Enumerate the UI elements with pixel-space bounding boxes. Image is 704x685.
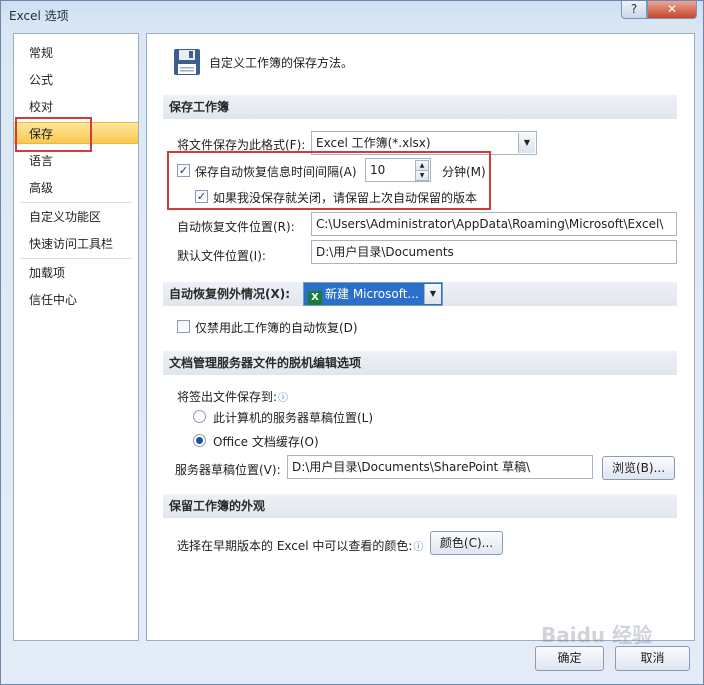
sidebar-item-formulas[interactable]: 公式 <box>14 69 138 91</box>
default-location-input[interactable]: D:\用户目录\Documents <box>311 240 677 264</box>
office-cache-radio-label: Office 文档缓存(O) <box>213 435 319 449</box>
sidebar-item-language[interactable]: 语言 <box>14 150 138 172</box>
server-drafts-radio[interactable] <box>193 410 206 423</box>
chevron-down-icon[interactable]: ▼ <box>424 284 441 304</box>
server-drafts-location-input[interactable]: D:\用户目录\Documents\SharePoint 草稿\ <box>287 455 593 479</box>
disable-autorecover-checkbox[interactable] <box>177 320 190 333</box>
highlight-box-autorecover <box>167 151 491 210</box>
server-drafts-location-label: 服务器草稿位置(V): <box>175 463 281 477</box>
save-options-panel: 自定义工作簿的保存方法。 保存工作簿 将文件保存为此格式(F): Excel 工… <box>146 33 695 641</box>
colors-label-text: 选择在早期版本的 Excel 中可以查看的颜色: <box>177 539 413 553</box>
colors-button[interactable]: 颜色(C)... <box>430 531 503 555</box>
sidebar-item-proofing[interactable]: 校对 <box>14 96 138 118</box>
autorecover-workbook-value: 新建 Microsoft... <box>325 287 419 301</box>
autorecover-location-label: 自动恢复文件位置(R): <box>177 220 295 234</box>
save-disk-icon <box>174 49 200 75</box>
disable-autorecover-label: 仅禁用此工作簿的自动恢复(D) <box>195 321 358 335</box>
excel-options-window: Excel 选项 ? ✕ 常规 公式 校对 保存 语言 高级 自定义功能区 快速… <box>0 0 704 685</box>
ok-button[interactable]: 确定 <box>535 646 604 671</box>
window-title: Excel 选项 <box>9 9 69 23</box>
colors-label: 选择在早期版本的 Excel 中可以查看的颜色:ⓘ <box>177 537 423 554</box>
autorecover-exceptions-title: 自动恢复例外情况(X): <box>169 287 291 301</box>
sidebar-divider <box>20 202 132 203</box>
title-bar: Excel 选项 ? ✕ <box>1 1 703 29</box>
close-button[interactable]: ✕ <box>647 1 697 19</box>
baidu-watermark: Baidu 经验 <box>541 623 653 647</box>
chevron-down-icon[interactable]: ▼ <box>518 133 535 153</box>
sidebar-item-general[interactable]: 常规 <box>14 42 138 64</box>
highlight-box-save <box>15 117 92 152</box>
info-icon: ⓘ <box>278 393 289 404</box>
help-button[interactable]: ? <box>621 1 647 19</box>
excel-icon: X <box>308 291 322 305</box>
save-format-value: Excel 工作簿(*.xlsx) <box>316 136 431 150</box>
autorecover-location-input[interactable]: C:\Users\Administrator\AppData\Roaming\M… <box>311 212 677 236</box>
sidebar-item-trust-center[interactable]: 信任中心 <box>14 289 138 311</box>
section-offline-editing: 文档管理服务器文件的脱机编辑选项 <box>163 351 677 375</box>
sidebar-item-quick-access-toolbar[interactable]: 快速访问工具栏 <box>14 233 138 255</box>
info-icon: ⓘ <box>413 542 424 553</box>
server-drafts-radio-label: 此计算机的服务器草稿位置(L) <box>213 411 374 425</box>
cancel-button[interactable]: 取消 <box>615 646 690 671</box>
server-drafts-location-value: D:\用户目录\Documents\SharePoint 草稿\ <box>292 460 531 474</box>
office-cache-radio[interactable] <box>193 434 206 447</box>
default-location-value: D:\用户目录\Documents <box>316 245 454 259</box>
section-workbook-appearance: 保留工作簿的外观 <box>163 494 677 518</box>
browse-button[interactable]: 浏览(B)... <box>602 456 675 480</box>
default-location-label: 默认文件位置(I): <box>177 249 266 263</box>
sidebar-item-advanced[interactable]: 高级 <box>14 177 138 199</box>
sidebar-divider <box>20 258 132 259</box>
autorecover-location-value: C:\Users\Administrator\AppData\Roaming\M… <box>316 217 664 231</box>
checkout-save-to-label: 将签出文件保存到:ⓘ <box>177 388 288 405</box>
section-save-workbooks: 保存工作簿 <box>163 95 677 119</box>
sidebar-item-customize-ribbon[interactable]: 自定义功能区 <box>14 206 138 228</box>
autorecover-workbook-dropdown[interactable]: X 新建 Microsoft... ▼ <box>303 282 443 306</box>
sidebar-item-add-ins[interactable]: 加载项 <box>14 262 138 284</box>
checkout-save-to-text: 将签出文件保存到: <box>177 390 278 404</box>
page-description: 自定义工作簿的保存方法。 <box>209 56 354 70</box>
